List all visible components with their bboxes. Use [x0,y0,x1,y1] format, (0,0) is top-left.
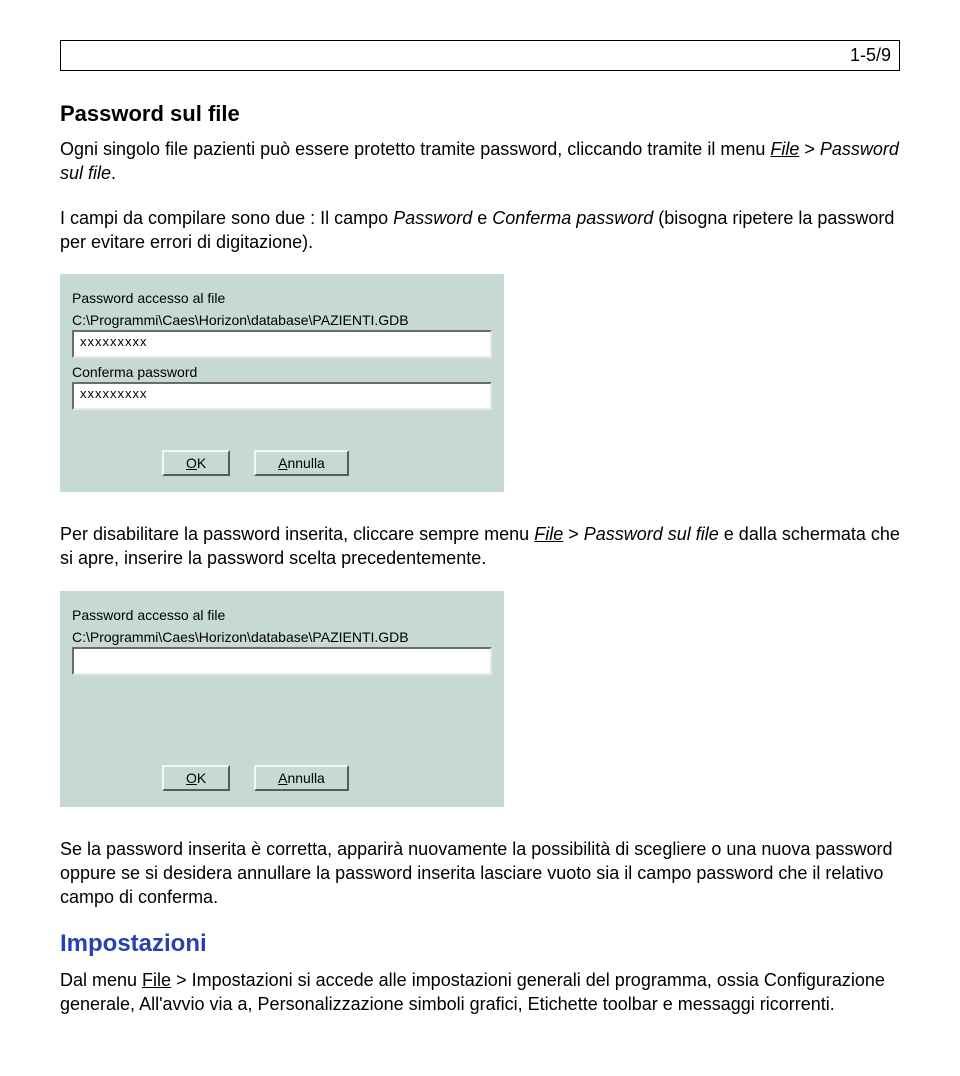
cancel-button-2[interactable]: Annulla [254,765,349,791]
section1-para1: Ogni singolo file pazienti può essere pr… [60,137,900,186]
label-file-path-2: C:\Programmi\Caes\Horizon\database\PAZIE… [72,629,492,645]
password-dialog-1: Password accesso al file C:\Programmi\Ca… [60,274,504,492]
password-input-2[interactable] [72,647,492,675]
label-password-access: Password accesso al file [72,290,492,306]
label-file-path: C:\Programmi\Caes\Horizon\database\PAZIE… [72,312,492,328]
section4-para1: Dal menu File > Impostazioni si accede a… [60,968,900,1017]
cancel-button[interactable]: Annulla [254,450,349,476]
ok-button[interactable]: OK [162,450,230,476]
section3-para1: Se la password inserita è corretta, appa… [60,837,900,910]
password-input[interactable]: xxxxxxxxx [72,330,492,358]
password-dialog-2: Password accesso al file C:\Programmi\Ca… [60,591,504,807]
section2-para1: Per disabilitare la password inserita, c… [60,522,900,571]
label-confirm-password: Conferma password [72,364,492,380]
section1-para2: I campi da compilare sono due : Il campo… [60,206,900,255]
confirm-password-input[interactable]: xxxxxxxxx [72,382,492,410]
page-number: 1-5/9 [60,40,900,71]
section4-title: Impostazioni [60,930,900,958]
section1-title: Password sul file [60,101,900,127]
ok-button-2[interactable]: OK [162,765,230,791]
label-password-access-2: Password accesso al file [72,607,492,623]
